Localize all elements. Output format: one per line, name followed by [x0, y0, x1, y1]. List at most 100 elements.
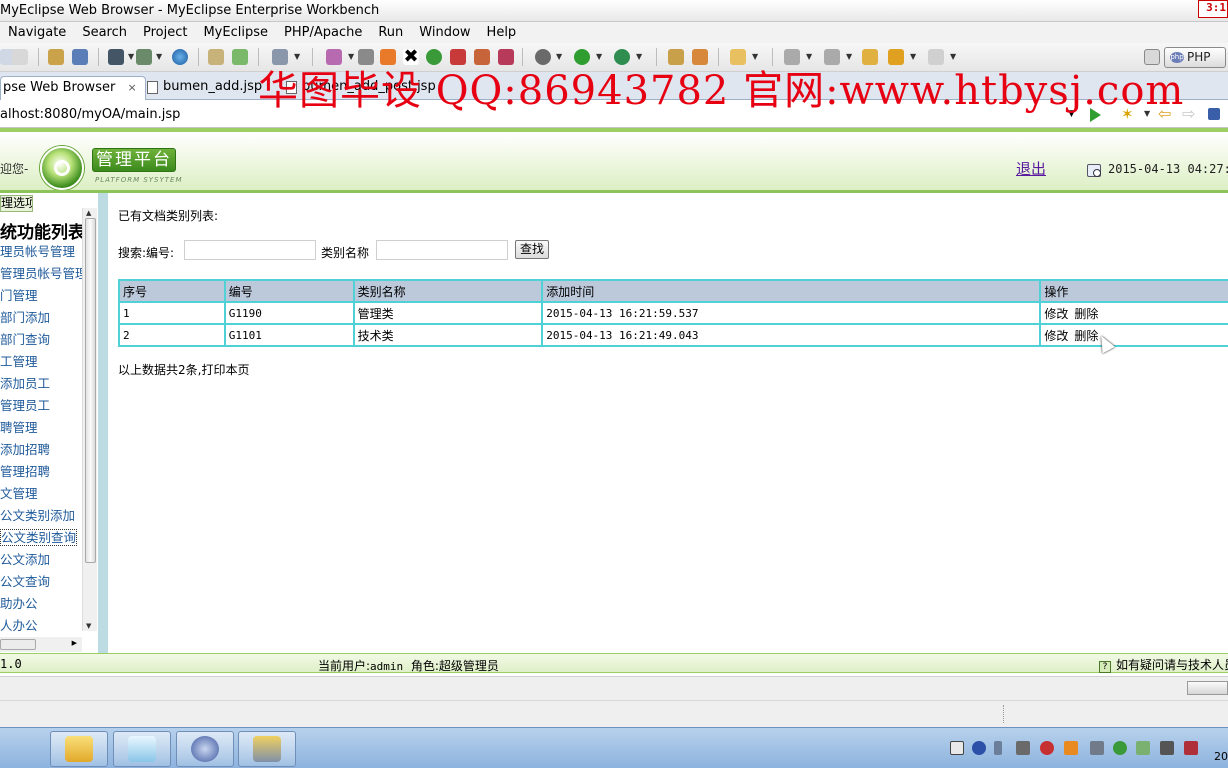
scrollbar-thumb[interactable]: [85, 218, 96, 563]
volume-muted-icon[interactable]: [1040, 741, 1054, 755]
qq-icon[interactable]: [1064, 741, 1078, 755]
security-icon[interactable]: [1113, 741, 1127, 755]
sidebar-item-recruitment-management[interactable]: 聘管理: [0, 417, 82, 439]
run-icon[interactable]: [574, 49, 590, 65]
sidebar-item-manage-employee[interactable]: 管理员工: [0, 395, 82, 417]
chevron-down-icon[interactable]: ▼: [950, 52, 956, 61]
scroll-down-icon[interactable]: ▼: [86, 622, 91, 630]
chevron-down-icon[interactable]: ▼: [636, 52, 642, 61]
next-annotation-icon[interactable]: [784, 49, 800, 65]
network-icon[interactable]: [1016, 741, 1030, 755]
edit-icon[interactable]: [326, 49, 342, 65]
sidebar-item-add-recruitment[interactable]: 添加招聘: [0, 439, 82, 461]
globe-icon[interactable]: [172, 49, 188, 65]
debug-run-icon[interactable]: [498, 49, 514, 65]
sidebar-item-query-department[interactable]: 部门查询: [0, 329, 82, 351]
menu-help[interactable]: Help: [479, 25, 525, 40]
tab-bumen-add[interactable]: bumen_add.jsp: [141, 76, 270, 100]
close-x-icon[interactable]: ✖: [403, 48, 419, 66]
open-folder-icon[interactable]: [730, 49, 746, 65]
search-button[interactable]: 查找: [515, 240, 549, 259]
server-icon[interactable]: [136, 49, 152, 65]
sql-icon[interactable]: [426, 49, 442, 65]
menu-run[interactable]: Run: [370, 25, 411, 40]
gear-icon[interactable]: [535, 49, 551, 65]
last-edit-icon[interactable]: [862, 49, 878, 65]
screen-icon[interactable]: [272, 49, 288, 65]
scroll-right-icon[interactable]: ▶: [72, 639, 77, 647]
sidebar-options-button[interactable]: 理选项: [0, 195, 33, 212]
sidebar-item-document-management[interactable]: 文管理: [0, 483, 82, 505]
sidebar-item-assistant-office[interactable]: 助办公: [0, 593, 82, 615]
scroll-up-icon[interactable]: ▲: [86, 209, 91, 217]
flag-icon[interactable]: [1184, 741, 1198, 755]
menu-search[interactable]: Search: [74, 25, 135, 40]
sidebar-vertical-scrollbar[interactable]: ▲ ▼: [82, 208, 97, 631]
edit-link[interactable]: 修改: [1044, 307, 1068, 321]
debug-icon[interactable]: [450, 49, 466, 65]
html-icon[interactable]: [380, 49, 396, 65]
open-perspective-icon[interactable]: [1144, 49, 1160, 65]
sidebar-item-admin-account[interactable]: 理员帐号管理: [0, 241, 82, 263]
taskbar-clock[interactable]: 20: [1214, 750, 1228, 763]
print-icon[interactable]: [12, 49, 28, 65]
sidebar-item-add-document-category[interactable]: 公文类别添加: [0, 505, 82, 527]
clipboard-icon[interactable]: [1160, 741, 1174, 755]
help-icon[interactable]: [972, 741, 986, 755]
url-input[interactable]: [0, 104, 1080, 124]
forward-icon[interactable]: ⇨: [1182, 104, 1195, 123]
scrollbar-thumb[interactable]: [0, 639, 36, 650]
add-icon[interactable]: [232, 49, 248, 65]
menu-project[interactable]: Project: [135, 25, 195, 40]
menu-window[interactable]: Window: [411, 25, 478, 40]
sidebar-item-manage-recruitment[interactable]: 管理招聘: [0, 461, 82, 483]
chevron-down-icon[interactable]: ▼: [1068, 109, 1075, 119]
taskbar-myeclipse-button[interactable]: [176, 731, 234, 767]
go-icon[interactable]: [1090, 108, 1101, 122]
sidebar-item-query-document-category[interactable]: 公文类别查询: [0, 527, 82, 549]
open-type-icon[interactable]: [72, 49, 88, 65]
sidebar-item-query-document[interactable]: 公文查询: [0, 571, 82, 593]
chevron-down-icon[interactable]: ▼: [294, 52, 300, 61]
menu-myeclipse[interactable]: MyEclipse: [195, 25, 276, 40]
shield-icon[interactable]: [1136, 741, 1150, 755]
sidebar-item-add-employee[interactable]: 添加员工: [0, 373, 82, 395]
chevron-down-icon[interactable]: ▼: [596, 52, 602, 61]
taskbar-explorer-button[interactable]: [50, 731, 108, 767]
category-name-input[interactable]: [376, 240, 508, 260]
device-icon[interactable]: [1090, 741, 1104, 755]
delete-link[interactable]: 删除: [1074, 307, 1098, 321]
debug-step-icon[interactable]: [474, 49, 490, 65]
taskbar-tools-button[interactable]: [238, 731, 296, 767]
code-search-input[interactable]: [184, 240, 316, 260]
sidebar-item-employee-management[interactable]: 工管理: [0, 351, 82, 373]
php-perspective-button[interactable]: php PHP: [1164, 47, 1226, 68]
keyboard-icon[interactable]: [950, 741, 964, 755]
chevron-down-icon[interactable]: ▼: [556, 52, 562, 61]
chevron-down-icon[interactable]: ▼: [156, 52, 162, 61]
pencil-icon[interactable]: [668, 49, 684, 65]
frame-splitter[interactable]: [98, 193, 108, 653]
prev-annotation-icon[interactable]: [824, 49, 840, 65]
chevron-down-icon[interactable]: ▼: [806, 52, 812, 61]
close-icon[interactable]: ×: [127, 81, 136, 94]
taskbar-notepad-button[interactable]: [113, 731, 171, 767]
run-config-icon[interactable]: [614, 49, 630, 65]
progress-indicator[interactable]: [1187, 681, 1228, 695]
folder-icon[interactable]: [208, 49, 224, 65]
back-arrow-icon[interactable]: [888, 49, 904, 65]
sidebar-item-manage-admin-account[interactable]: 管理员帐号管理: [0, 263, 82, 285]
sidebar-horizontal-scrollbar[interactable]: ▶: [0, 637, 82, 652]
edit-link[interactable]: 修改: [1044, 329, 1068, 343]
sidebar-item-personal-office[interactable]: 人办公: [0, 615, 82, 637]
sidebar-item-add-document[interactable]: 公文添加: [0, 549, 82, 571]
tab-web-browser[interactable]: pse Web Browser ×: [0, 76, 146, 100]
forward-arrow-icon[interactable]: [928, 49, 944, 65]
tray-expand-icon[interactable]: [994, 741, 1002, 755]
stop-icon[interactable]: [1208, 108, 1220, 120]
tab-bumen-add-post[interactable]: bumen_add_post.jsp: [280, 76, 444, 100]
chevron-down-icon[interactable]: ▼: [348, 52, 354, 61]
brush-icon[interactable]: [692, 49, 708, 65]
chevron-down-icon[interactable]: ▼: [128, 52, 134, 61]
chevron-down-icon[interactable]: ▼: [846, 52, 852, 61]
